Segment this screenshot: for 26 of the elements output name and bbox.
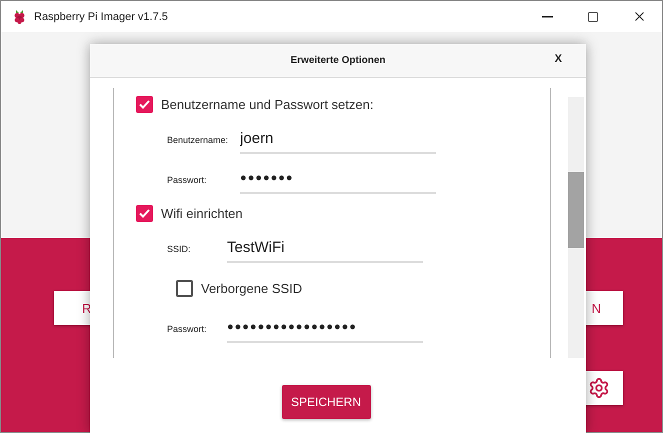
settings-icon bbox=[588, 377, 610, 399]
scrollbar-thumb[interactable] bbox=[568, 172, 584, 248]
checkbox[interactable] bbox=[136, 96, 153, 113]
field-label: Benutzername: bbox=[167, 135, 228, 147]
close-button[interactable]: X bbox=[552, 53, 564, 65]
text-field[interactable]: joern bbox=[240, 124, 436, 154]
scrollbar[interactable] bbox=[568, 97, 584, 358]
field-label: Passwort: bbox=[167, 324, 208, 336]
dialog-title: Erweiterte Optionen bbox=[290, 55, 386, 66]
maximize-icon bbox=[587, 10, 599, 22]
field-label: Passwort: bbox=[167, 175, 208, 187]
checkbox-label: Benutzername und Passwort setzen: bbox=[161, 97, 374, 112]
text-field[interactable]: TestWiFi bbox=[227, 233, 423, 263]
field-label: SSID: bbox=[167, 244, 192, 256]
save-button[interactable]: SPEICHERN bbox=[282, 385, 370, 419]
checkbox[interactable] bbox=[136, 205, 153, 222]
password-field[interactable]: ●●●●●●● bbox=[240, 164, 436, 194]
checkbox-label: Verborgene SSID bbox=[201, 281, 302, 296]
minimize-icon bbox=[542, 16, 552, 18]
raspberry-icon bbox=[13, 9, 26, 24]
checkbox-label: Wifi einrichten bbox=[161, 206, 243, 221]
window-title: Raspberry Pi Imager v1.7.5 bbox=[34, 10, 169, 22]
password-field[interactable]: ●●●●●●●●●●●●●●●●● bbox=[227, 313, 423, 343]
checkmark-icon bbox=[139, 100, 150, 109]
checkmark-icon bbox=[139, 209, 150, 218]
checkbox[interactable] bbox=[176, 280, 193, 297]
